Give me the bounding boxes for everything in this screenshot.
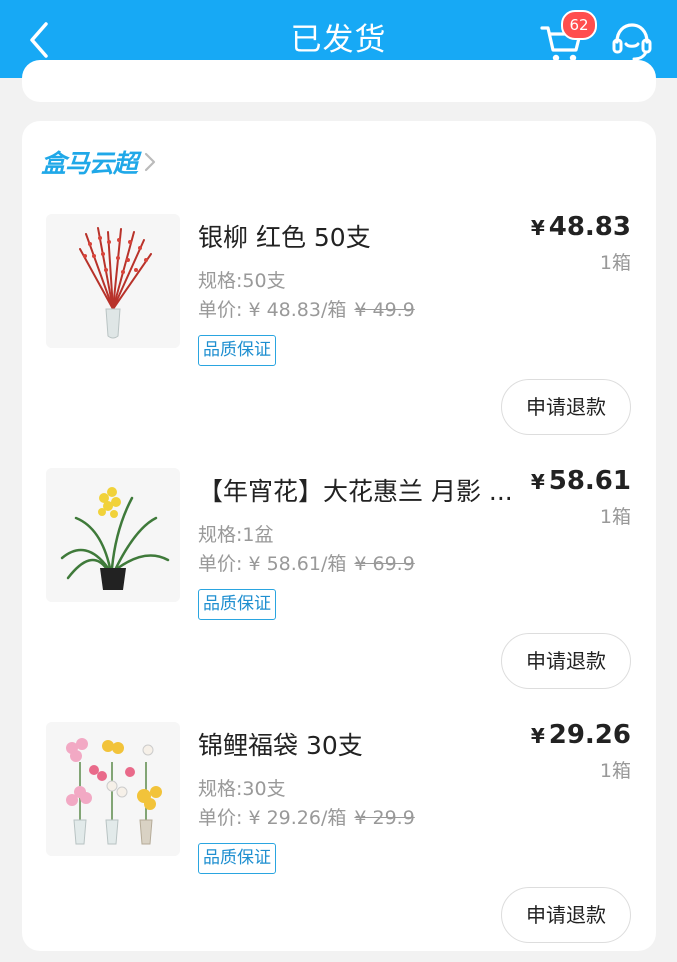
product-image[interactable] [46,214,180,348]
product-name[interactable]: 银柳 红色 50支 [198,218,523,254]
chevron-right-icon [144,152,156,172]
product-quantity: 1箱 [599,252,631,274]
headset-icon [612,23,652,61]
product-image[interactable] [46,722,180,856]
product-price: ¥48.83 [530,212,631,242]
orchid-image [46,468,180,602]
request-refund-button[interactable]: 申请退款 [501,887,631,943]
product-spec: 规格:30支 [198,778,286,800]
previous-card [22,60,656,102]
original-price: ¥ 29.9 [354,807,415,829]
product-price: ¥29.26 [530,720,631,750]
request-refund-button[interactable]: 申请退款 [501,633,631,689]
product-price: ¥58.61 [530,466,631,496]
product-quantity: 1箱 [599,506,631,528]
product-image[interactable] [46,468,180,602]
original-price: ¥ 49.9 [354,299,415,321]
original-price: ¥ 69.9 [354,553,415,575]
order-item: 银柳 红色 50支 ¥48.83 1箱 规格:50支 单价: ¥ 48.83/箱… [0,212,677,454]
customer-service-button[interactable] [608,18,656,64]
product-name[interactable]: 【年宵花】大花惠兰 月影 ... [198,472,523,508]
quality-guarantee-badge: 品质保证 [198,589,276,620]
unit-price: 单价: ¥ 29.26/箱 ¥ 29.9 [198,807,415,829]
flower-bouquets-image [46,722,180,856]
unit-price: 单价: ¥ 48.83/箱 ¥ 49.9 [198,299,415,321]
product-spec: 规格:50支 [198,270,286,292]
order-item: 【年宵花】大花惠兰 月影 ... ¥58.61 1箱 规格:1盆 单价: ¥ 5… [0,466,677,708]
unit-price: 单价: ¥ 58.61/箱 ¥ 69.9 [198,553,415,575]
product-spec: 规格:1盆 [198,524,274,546]
store-link[interactable]: 盒马云超 [41,144,157,180]
product-name[interactable]: 锦鲤福袋 30支 [198,726,523,762]
quality-guarantee-badge: 品质保证 [198,335,276,366]
cart-count-badge: 62 [561,10,597,40]
quality-guarantee-badge: 品质保证 [198,843,276,874]
red-willow-image [46,214,180,348]
order-item: 锦鲤福袋 30支 ¥29.26 1箱 规格:30支 单价: ¥ 29.26/箱 ¥… [0,720,677,962]
product-quantity: 1箱 [599,760,631,782]
request-refund-button[interactable]: 申请退款 [501,379,631,435]
store-name: 盒马云超 [41,149,138,178]
